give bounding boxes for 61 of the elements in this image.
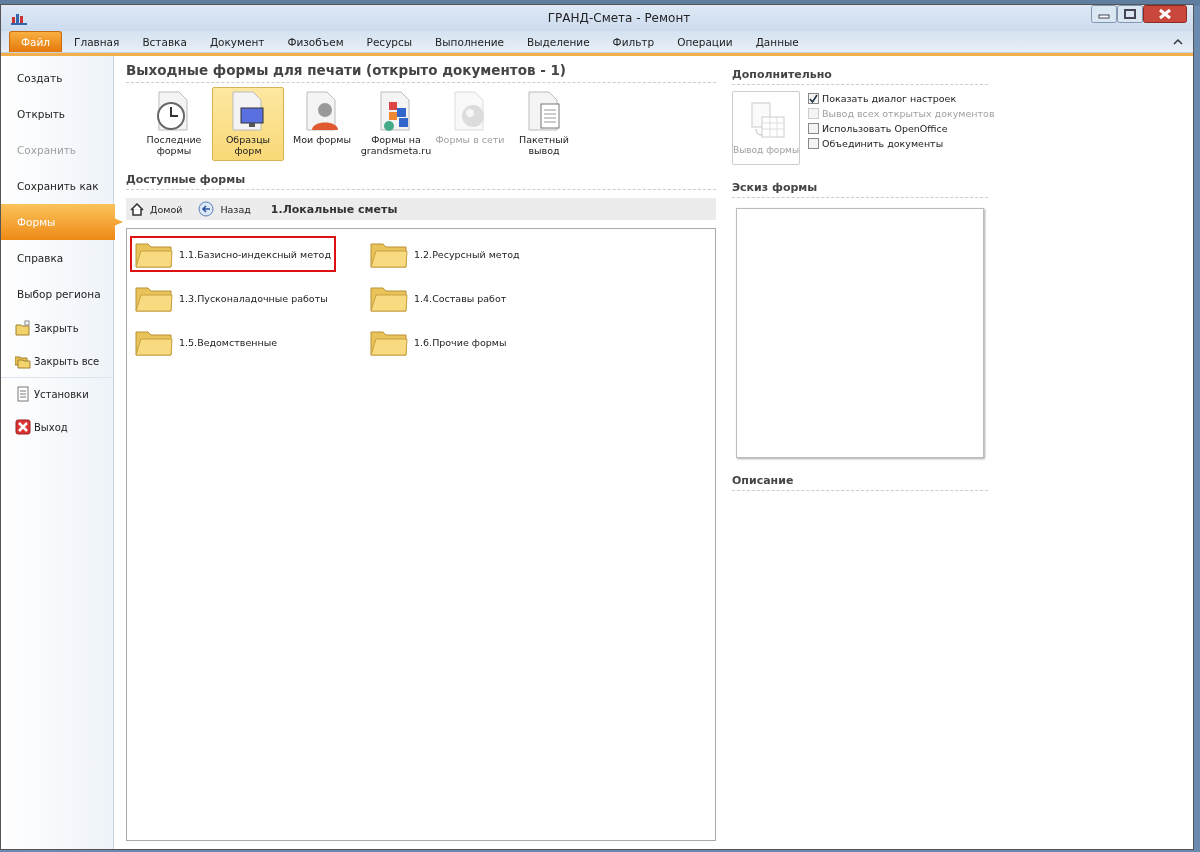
section-title: Эскиз формы xyxy=(732,175,988,198)
folder-icon xyxy=(370,284,408,312)
ribbon-tab[interactable]: Выделение xyxy=(516,32,601,52)
folder-icon xyxy=(135,328,173,356)
form-source-button[interactable]: Образцы форм xyxy=(212,87,284,161)
form-source-button[interactable]: Формы на grandsmeta.ru xyxy=(360,87,432,161)
ribbon-tab[interactable]: Физобъем xyxy=(276,32,355,52)
window-title: ГРАНД-Смета - Ремонт xyxy=(546,11,692,25)
ribbon-tab[interactable]: Данные xyxy=(744,32,810,52)
sidebar-item[interactable]: Выход xyxy=(1,411,113,444)
folders-icon xyxy=(15,353,31,369)
folder-icon xyxy=(15,320,31,336)
checkbox-option[interactable]: Показать диалог настроек xyxy=(808,93,995,104)
checkbox[interactable] xyxy=(808,123,819,134)
sidebar-item[interactable]: Установки xyxy=(1,378,113,411)
checkbox[interactable] xyxy=(808,138,819,149)
home-icon xyxy=(130,202,144,216)
folder-icon xyxy=(370,240,408,268)
ribbon-tab[interactable]: Ресурсы xyxy=(355,32,424,52)
folder-icon xyxy=(135,240,173,268)
close-icon xyxy=(15,419,31,435)
checkmark-icon xyxy=(809,94,818,103)
section-title: Дополнительно xyxy=(732,62,988,85)
checkbox[interactable] xyxy=(808,93,819,104)
back-button[interactable]: Назад xyxy=(198,201,251,217)
section-title: Описание xyxy=(732,468,988,491)
section-title: Доступные формы xyxy=(126,167,716,190)
sidebar-item[interactable]: Закрыть xyxy=(1,312,113,345)
folder-item[interactable]: 1.5.Ведомственные xyxy=(131,325,281,359)
collapse-ribbon-icon[interactable] xyxy=(1173,38,1183,45)
checkbox-option[interactable]: Объединить документы xyxy=(808,138,995,149)
form-source-button[interactable]: Мои формы xyxy=(286,87,358,161)
form-source-button[interactable]: Пакетный вывод xyxy=(508,87,580,161)
sidebar-item[interactable]: Справка xyxy=(1,240,113,276)
app-logo-icon xyxy=(11,11,27,25)
sidebar-item[interactable]: Открыть xyxy=(1,96,113,132)
close-icon[interactable] xyxy=(1143,5,1187,23)
folder-item[interactable]: 1.4.Составы работ xyxy=(366,281,511,315)
sidebar-item[interactable]: Закрыть все xyxy=(1,345,113,378)
ribbon-tab[interactable]: Фильтр xyxy=(601,32,666,52)
sidebar-item[interactable]: Выбор региона xyxy=(1,276,113,312)
page-title: Выходные формы для печати (открыто документов - 1) xyxy=(126,62,716,83)
checkbox-option[interactable]: Использовать OpenOffice xyxy=(808,123,995,134)
form-source-button[interactable]: Последние формы xyxy=(138,87,210,161)
ribbon-tab[interactable]: Выполнение xyxy=(424,32,516,52)
breadcrumb-path: 1.Локальные сметы xyxy=(270,202,398,216)
folder-icon xyxy=(135,284,173,312)
ribbon-tab[interactable]: Документ xyxy=(198,32,276,52)
folder-item[interactable]: 1.1.Базисно-индексный метод xyxy=(131,237,335,271)
folder-icon xyxy=(370,328,408,356)
folder-item[interactable]: 1.2.Ресурсный метод xyxy=(366,237,524,271)
sidebar-item[interactable]: Сохранить как xyxy=(1,168,113,204)
ribbon-tab[interactable]: Операции xyxy=(666,32,744,52)
sidebar-item[interactable]: Создать xyxy=(1,60,113,96)
home-button[interactable]: Домой xyxy=(130,202,183,216)
maximize-icon[interactable] xyxy=(1117,5,1143,23)
ribbon-tab[interactable]: Вставка xyxy=(131,32,198,52)
folder-item[interactable]: 1.3.Пусконаладочные работы xyxy=(131,281,332,315)
folder-item[interactable]: 1.6.Прочие формы xyxy=(366,325,511,359)
document-icon xyxy=(15,386,31,402)
ribbon-tab[interactable]: Главная xyxy=(63,32,131,52)
